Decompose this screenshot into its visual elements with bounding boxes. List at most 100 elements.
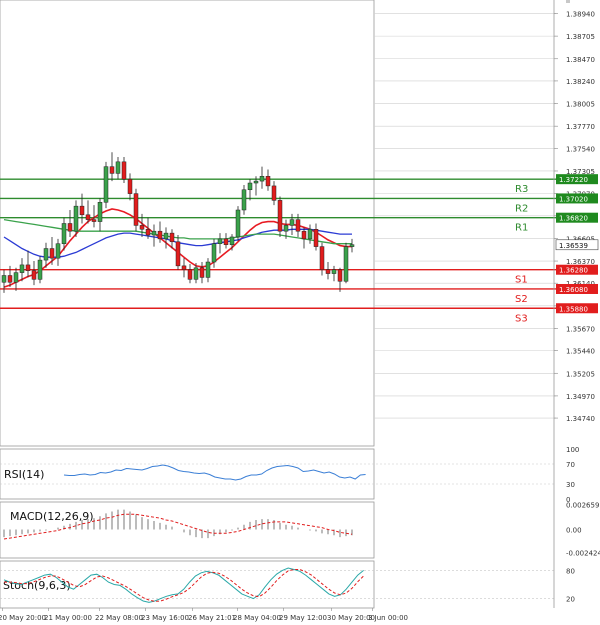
candle-body-down: [49, 248, 55, 259]
time-tick-label: 26 May 21:01: [188, 614, 236, 622]
candle-body-up: [229, 236, 235, 245]
level-label-r1: R1: [515, 223, 528, 234]
candle-body-up: [343, 246, 349, 282]
candle-body-down: [277, 200, 283, 232]
candle-body-up: [13, 272, 19, 283]
candle-body-down: [133, 193, 139, 226]
candle: [103, 161, 109, 209]
candle-body-down: [109, 166, 115, 174]
candle-body-up: [55, 243, 61, 259]
candle-body-down: [121, 161, 127, 180]
candle-body-down: [85, 214, 91, 220]
candle-body-down: [301, 230, 307, 240]
price-tick-label: 1.38005: [566, 101, 595, 109]
time-tick-label: 28 May 04:00: [233, 614, 281, 622]
level-price-tag-label: 1.36080: [559, 286, 588, 294]
candle-body-up: [61, 223, 67, 244]
time-tick-label: 22 May 08:00: [95, 614, 143, 622]
candle-body-up: [331, 269, 337, 274]
candle-body-down: [169, 232, 175, 243]
candle-body-down: [25, 264, 31, 271]
candle-body-up: [349, 244, 355, 247]
candle-body-down: [223, 238, 229, 245]
price-tick-label: 1.38240: [566, 78, 595, 86]
level-price-tag-label: 1.36820: [559, 215, 588, 223]
price-tick-label: 1.38705: [566, 33, 595, 41]
level-price-tag-label: 1.35880: [559, 305, 588, 313]
candle-body-up: [247, 182, 253, 191]
candle-body-down: [91, 219, 97, 222]
candle-body-up: [1, 275, 7, 283]
level-price-tag-label: 1.37220: [559, 176, 588, 184]
candle-body-down: [127, 178, 133, 194]
level-label-s2: S2: [515, 294, 528, 305]
candle-body-down: [199, 267, 205, 278]
candle-body-down: [337, 269, 343, 282]
candle-body-up: [115, 161, 121, 174]
price-tick-label: 1.35440: [566, 348, 595, 356]
time-tick-label: 20 May 20:00: [0, 614, 46, 622]
time-tick-label: 21 May 00:00: [44, 614, 92, 622]
price-axis-tags: 1.37220 1.37020 1.36820 1.36280 1.36080 1.358…: [555, 174, 599, 314]
candle-body-down: [175, 241, 181, 267]
candle-body-down: [7, 275, 13, 283]
candle-body-up: [241, 189, 247, 211]
candle: [277, 196, 283, 237]
scroll-marker[interactable]: [566, 0, 570, 3]
candle-body-down: [271, 185, 277, 201]
candle: [133, 188, 139, 232]
rsi-title: RSI(14): [4, 468, 44, 481]
candle-body-down: [295, 219, 301, 232]
candle-body-up: [73, 205, 79, 232]
candle-body-up: [37, 259, 43, 280]
price-tick-label: 1.38940: [566, 10, 595, 18]
price-tick-label: 1.37540: [566, 145, 595, 153]
time-tick-label: 3 Jun 00:00: [368, 614, 408, 622]
candle-body-down: [325, 269, 331, 274]
price-tick-label: 1.35670: [566, 325, 595, 333]
candle-body-down: [79, 205, 85, 216]
level-label-r3: R3: [515, 184, 528, 195]
candle-body-down: [157, 230, 163, 240]
level-price-tag-label: 1.36280: [559, 267, 588, 275]
candle-body-up: [235, 209, 241, 238]
macd-tick-label: 0.00: [566, 527, 582, 535]
candle-body-up: [217, 238, 223, 244]
candle-body-up: [103, 166, 109, 203]
rsi-tick-label: 70: [566, 461, 575, 469]
candle-body-up: [307, 229, 313, 240]
macd-tick-label: 0.002659: [566, 501, 599, 509]
rsi-tick-label: 100: [566, 446, 579, 454]
rsi-tick-label: 30: [566, 481, 575, 489]
candle-body-up: [259, 176, 265, 182]
candle-body-up: [205, 261, 211, 278]
candle-body-up: [19, 264, 25, 273]
forex-chart: 1.38940 1.38705 1.38470 1.38240 1.38005 1.377…: [0, 0, 600, 625]
candle-body-down: [145, 229, 151, 236]
candle-body-down: [139, 225, 145, 230]
price-tick-label: 1.37770: [566, 123, 595, 131]
candle: [235, 206, 241, 241]
level-price-tag-label: 1.37020: [559, 195, 588, 203]
candle-body-up: [151, 230, 157, 236]
candle-body-down: [265, 176, 271, 187]
candle-body-up: [193, 267, 199, 280]
level-label-s3: S3: [515, 313, 528, 324]
candle-body-up: [211, 243, 217, 263]
time-tick-label: 23 May 16:00: [141, 614, 189, 622]
candle-body-down: [313, 229, 319, 247]
price-tick-label: 1.34970: [566, 393, 595, 401]
macd-title: MACD(12,26,9): [10, 510, 94, 523]
macd-tick-label: -0.002424: [566, 550, 600, 558]
candle-body-down: [31, 270, 37, 280]
candle-body-up: [163, 232, 169, 240]
price-tick-label: 1.34740: [566, 415, 595, 423]
price-tick-label: 1.38470: [566, 56, 595, 64]
candle: [343, 242, 349, 284]
price-plot-frame: [0, 0, 375, 447]
candle-body-down: [181, 265, 187, 270]
candle-body-up: [283, 225, 289, 232]
level-label-r2: R2: [515, 203, 528, 214]
candle-body-up: [43, 248, 49, 261]
candle-body-up: [253, 180, 259, 184]
